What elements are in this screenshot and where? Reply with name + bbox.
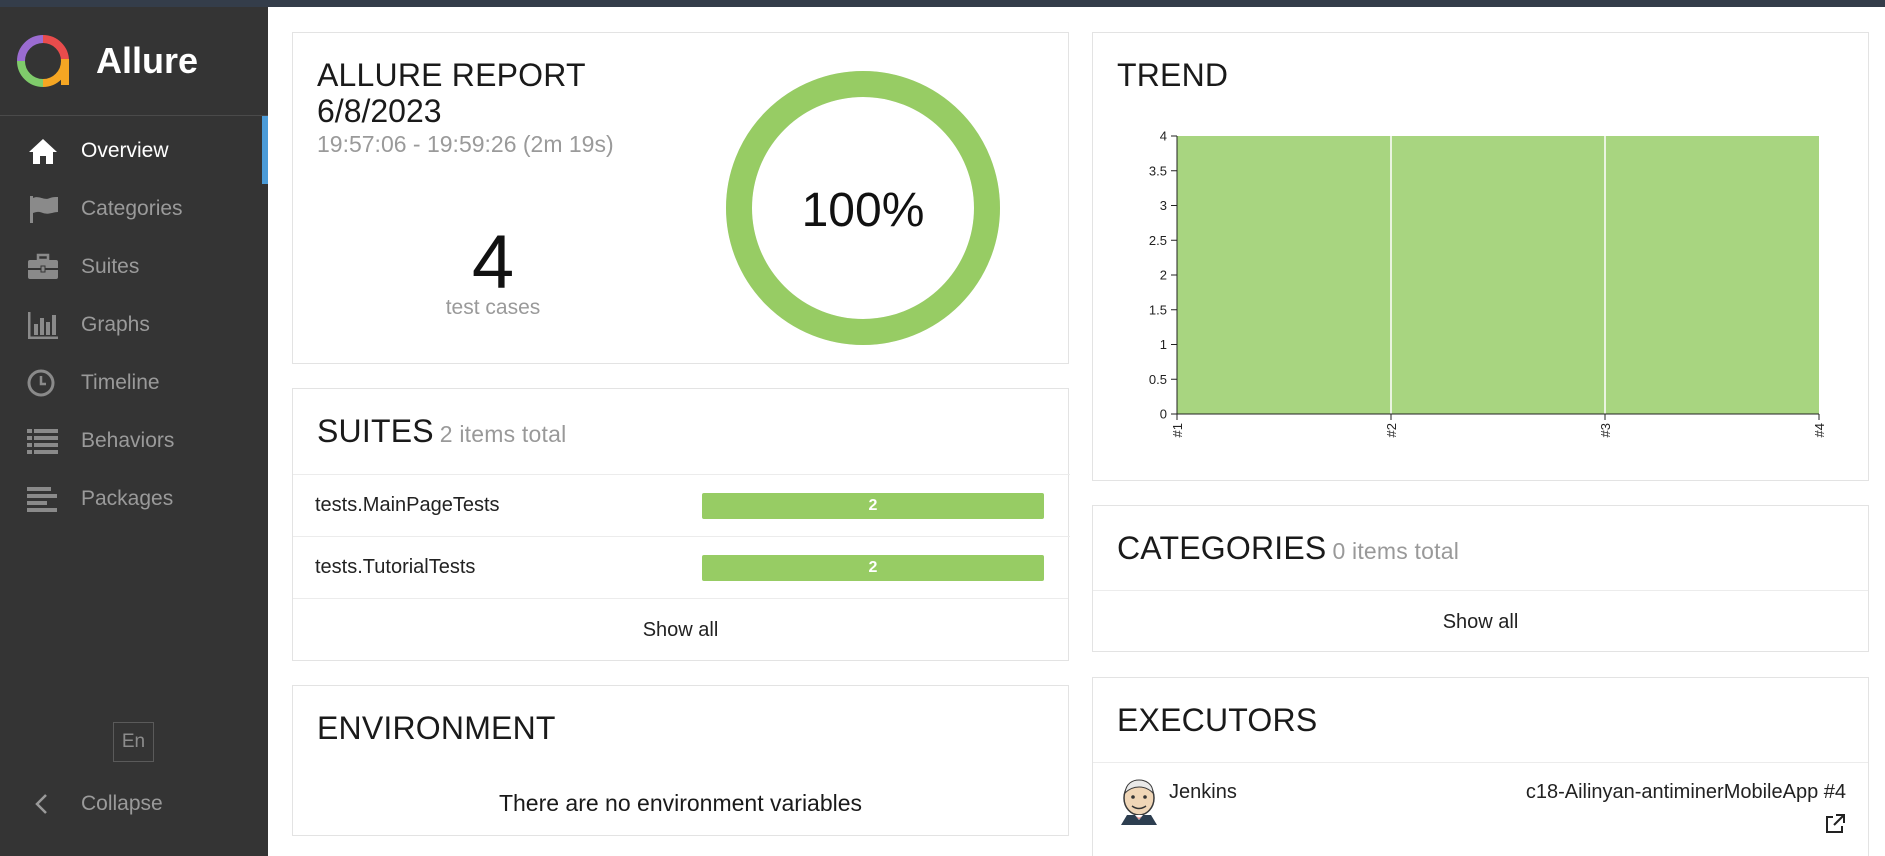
- sidebar-item-label: Behaviors: [81, 429, 175, 452]
- sidebar-item-packages[interactable]: Packages: [0, 464, 268, 532]
- trend-y-tick-label: 2.5: [1149, 233, 1167, 248]
- top-strip: [0, 0, 1885, 7]
- suites-title: SUITES 2 items total: [317, 413, 566, 450]
- home-icon: [29, 139, 57, 164]
- report-time-range: 19:57:06 - 19:59:26 (2m 19s): [317, 131, 614, 157]
- external-link-icon[interactable]: [1824, 813, 1846, 835]
- success-rate-percent: 100%: [801, 184, 925, 237]
- align-left-icon: [27, 487, 57, 512]
- trend-y-tick-label: 0: [1160, 407, 1167, 422]
- briefcase-icon: [28, 253, 58, 279]
- suite-row[interactable]: tests.TutorialTests 2: [293, 536, 1070, 598]
- executor-name: Jenkins: [1169, 781, 1237, 803]
- suites-show-all-button[interactable]: Show all: [293, 598, 1068, 660]
- executors-title: EXECUTORS: [1117, 702, 1318, 738]
- trend-widget: TREND 0 0.5 1 1.5 2 2.5 3 3.5 4 #1 #2 #3 #4: [1092, 32, 1869, 481]
- executors-widget: EXECUTORS Jenkins c18-Ailinyan-antiminer…: [1092, 677, 1869, 856]
- sidebar-item-label: Categories: [81, 197, 183, 220]
- test-case-count-label: test cases: [445, 296, 541, 319]
- suites-widget: SUITES 2 items total tests.MainPageTests …: [292, 388, 1070, 661]
- report-date: 6/8/2023: [317, 93, 442, 129]
- allure-app: Allure Overview Categories Suites Graphs…: [0, 0, 1885, 856]
- categories-title-text: CATEGORIES: [1117, 530, 1327, 566]
- summary-widget: ALLURE REPORT 6/8/2023 19:57:06 - 19:59:…: [292, 32, 1069, 364]
- clock-icon: [27, 369, 55, 397]
- trend-chart: 0 0.5 1 1.5 2 2.5 3 3.5 4 #1 #2 #3 #4: [1149, 129, 1827, 438]
- sidebar-item-label: Graphs: [81, 313, 150, 336]
- list-icon: [27, 429, 58, 454]
- trend-x-tick-label: #2: [1384, 423, 1399, 437]
- trend-y-tick-label: 1: [1160, 337, 1167, 352]
- environment-empty-message: There are no environment variables: [498, 790, 863, 816]
- environment-widget: ENVIRONMENT There are no environment var…: [292, 685, 1069, 836]
- sidebar-item-label: Packages: [81, 487, 174, 510]
- test-case-count: 4: [471, 220, 515, 305]
- allure-logo-icon: [17, 35, 69, 87]
- categories-widget: CATEGORIES 0 items total Show all: [1092, 505, 1869, 652]
- sidebar: Allure Overview Categories Suites Graphs…: [0, 7, 268, 856]
- trend-x-tick-label: #4: [1812, 423, 1827, 437]
- bar-chart-icon: [28, 312, 58, 339]
- jenkins-avatar-icon: [1121, 779, 1157, 825]
- sidebar-item-label: Timeline: [81, 371, 160, 394]
- executor-build-link[interactable]: c18-Ailinyan-antiminerMobileApp #4: [1526, 781, 1846, 804]
- environment-title: ENVIRONMENT: [317, 710, 556, 746]
- brand[interactable]: Allure: [0, 7, 268, 116]
- trend-area-series-0: [1177, 136, 1819, 414]
- trend-y-tick-label: 0.5: [1149, 372, 1167, 387]
- language-button[interactable]: En: [113, 722, 154, 762]
- executor-row: Jenkins c18-Ailinyan-antiminerMobileApp …: [1093, 762, 1868, 856]
- trend-y-tick-label: 1.5: [1149, 302, 1167, 317]
- flag-icon: [30, 196, 58, 223]
- brand-name: Allure: [96, 40, 199, 81]
- categories-count: 0 items total: [1332, 538, 1460, 564]
- trend-y-tick-label: 4: [1160, 129, 1167, 144]
- suites-title-text: SUITES: [317, 413, 434, 449]
- summary-title: ALLURE REPORT: [317, 57, 586, 93]
- trend-y-tick-label: 3.5: [1149, 163, 1167, 178]
- suite-name: tests.MainPageTests: [315, 494, 500, 516]
- trend-x-tick-label: #3: [1598, 423, 1613, 437]
- suite-status-bar: 2: [702, 493, 1044, 519]
- chevron-left-icon: [35, 794, 47, 814]
- sidebar-item-label: Overview: [81, 139, 169, 162]
- collapse-label: Collapse: [81, 792, 163, 815]
- categories-show-all-button[interactable]: Show all: [1093, 590, 1868, 652]
- suite-name: tests.TutorialTests: [315, 556, 476, 578]
- trend-y-tick-label: 3: [1160, 198, 1167, 213]
- suite-status-bar: 2: [702, 555, 1044, 581]
- trend-x-tick-label: #1: [1170, 423, 1185, 437]
- collapse-button[interactable]: Collapse: [0, 775, 268, 831]
- suite-row[interactable]: tests.MainPageTests 2: [293, 474, 1070, 536]
- trend-y-tick-label: 2: [1160, 268, 1167, 283]
- suites-count: 2 items total: [439, 421, 567, 447]
- categories-title: CATEGORIES 0 items total: [1117, 530, 1459, 567]
- sidebar-item-label: Suites: [81, 255, 140, 278]
